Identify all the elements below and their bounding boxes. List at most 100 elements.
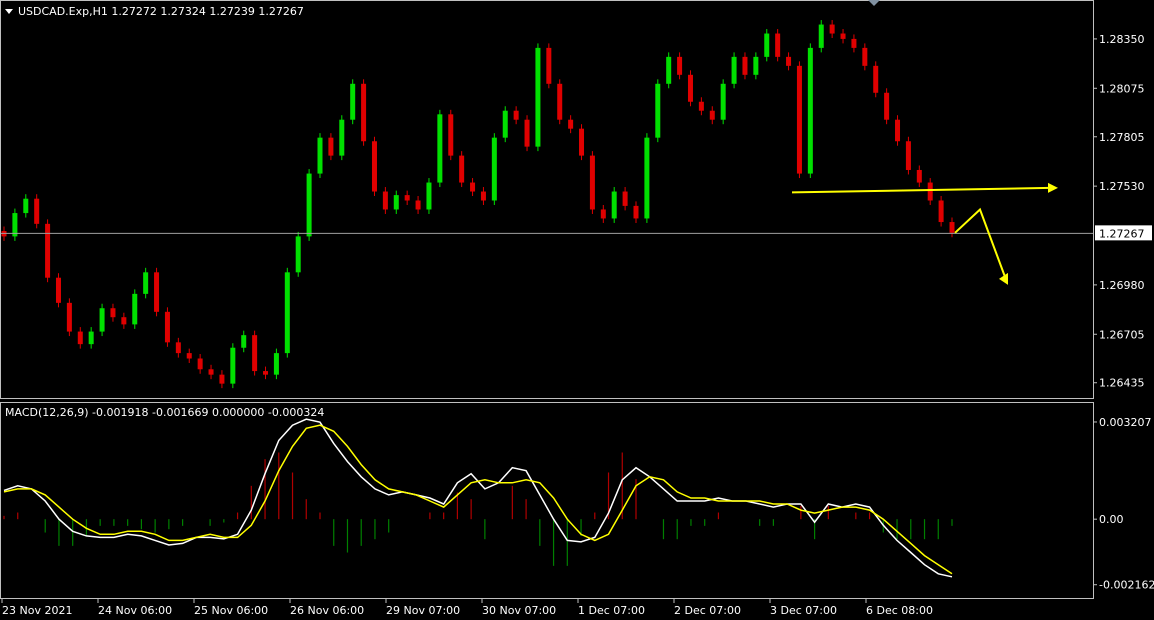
candle-body xyxy=(480,191,486,201)
candle-body xyxy=(77,331,83,345)
candle-body xyxy=(709,110,715,120)
candle-body xyxy=(524,119,530,147)
candle-body xyxy=(655,83,661,138)
x-tick-label: 3 Dec 07:00 xyxy=(770,604,837,617)
candle-body xyxy=(393,195,399,210)
candle-body xyxy=(284,272,290,354)
candle-body xyxy=(361,83,367,142)
candle-body xyxy=(818,24,824,48)
candle-body xyxy=(698,101,704,111)
candle-body xyxy=(132,293,138,325)
candle-body xyxy=(938,200,944,223)
candle-body xyxy=(197,358,203,370)
candle-body xyxy=(45,223,51,278)
candle-body xyxy=(622,191,628,206)
candle-body xyxy=(829,24,835,34)
candle-body xyxy=(88,331,94,345)
y-tick-label: 1.26980 xyxy=(1099,279,1145,292)
candle-body xyxy=(742,56,748,75)
candle-body xyxy=(687,74,693,102)
candle-body xyxy=(579,128,585,156)
candle-body xyxy=(219,374,225,384)
candle-body xyxy=(295,236,301,273)
candle-body xyxy=(884,92,890,120)
candle-body xyxy=(775,33,781,57)
candle-body xyxy=(164,311,170,343)
chart-background xyxy=(0,0,1154,620)
candle-body xyxy=(230,347,236,384)
candle-body xyxy=(328,137,334,156)
candle-body xyxy=(371,141,377,192)
x-tick-label: 23 Nov 2021 xyxy=(2,604,72,617)
y-tick-label: 1.26705 xyxy=(1099,328,1145,341)
candle-body xyxy=(535,47,541,147)
candle-body xyxy=(459,155,465,183)
candle-body xyxy=(491,137,497,201)
candle-body xyxy=(306,173,312,237)
y-tick-label: 1.27530 xyxy=(1099,180,1145,193)
candle-body xyxy=(99,308,105,332)
candle-body xyxy=(949,222,955,233)
candle-body xyxy=(175,342,181,354)
candle-body xyxy=(350,83,356,120)
candle-body xyxy=(720,83,726,120)
candle-body xyxy=(66,302,72,332)
y-tick-label: 1.28075 xyxy=(1099,82,1145,95)
x-tick-label: 26 Nov 06:00 xyxy=(290,604,364,617)
symbol-header: USDCAD.Exp,H1 1.27272 1.27324 1.27239 1.… xyxy=(18,5,304,18)
candle-body xyxy=(786,56,792,66)
candle-body xyxy=(796,65,802,174)
candle-body xyxy=(753,56,759,75)
candle-body xyxy=(589,155,595,210)
trading-chart[interactable]: 1.28350 1.28075 1.27805 1.27530 1.27267 1.269… xyxy=(0,0,1154,620)
x-tick-label: 2 Dec 07:00 xyxy=(674,604,741,617)
x-tick-label: 30 Nov 07:00 xyxy=(482,604,556,617)
candle-body xyxy=(568,119,574,129)
candle-body xyxy=(905,141,911,170)
candle-body xyxy=(55,277,61,303)
candle-body xyxy=(110,308,116,318)
candle-body xyxy=(862,47,868,66)
candle-body xyxy=(317,137,323,174)
y-tick-label: 1.26435 xyxy=(1099,377,1145,390)
candle-body xyxy=(557,83,563,120)
candle-body xyxy=(470,182,476,192)
x-tick-label: 1 Dec 07:00 xyxy=(578,604,645,617)
x-tick-label: 24 Nov 06:00 xyxy=(98,604,172,617)
candle-body xyxy=(764,33,770,57)
macd-header: MACD(12,26,9) -0.001918 -0.001669 0.0000… xyxy=(5,406,324,419)
candle-body xyxy=(382,191,388,210)
candle-body xyxy=(448,114,454,156)
candle-body xyxy=(895,119,901,142)
candle-body xyxy=(666,56,672,84)
candle-body xyxy=(241,335,247,348)
candle-body xyxy=(644,137,650,219)
candle-body xyxy=(807,47,813,174)
candle-body xyxy=(851,38,857,48)
candle-body xyxy=(415,200,421,210)
candle-body xyxy=(546,47,552,84)
candle-body xyxy=(437,114,443,183)
macd-y-tick-label: 0.00 xyxy=(1099,513,1124,526)
macd-y-tick-label: -0.002162 xyxy=(1099,579,1154,592)
x-tick-label: 25 Nov 06:00 xyxy=(194,604,268,617)
candle-body xyxy=(252,335,258,372)
candle-body xyxy=(840,33,846,39)
y-tick-label: 1.27805 xyxy=(1099,131,1145,144)
candle-body xyxy=(154,272,160,312)
candle-body xyxy=(339,119,345,156)
candle-body xyxy=(873,65,879,93)
candle-body xyxy=(273,353,279,375)
candle-body xyxy=(633,205,639,219)
candle-body xyxy=(208,369,214,375)
candle-body xyxy=(677,56,683,75)
candle-body xyxy=(927,182,933,201)
candle-body xyxy=(121,317,127,325)
candle-body xyxy=(600,209,606,219)
candle-body xyxy=(34,198,40,224)
x-tick-label: 29 Nov 07:00 xyxy=(386,604,460,617)
x-tick-label: 6 Dec 08:00 xyxy=(866,604,933,617)
candle-body xyxy=(143,272,149,294)
candle-body xyxy=(731,56,737,84)
candle-body xyxy=(23,198,29,214)
